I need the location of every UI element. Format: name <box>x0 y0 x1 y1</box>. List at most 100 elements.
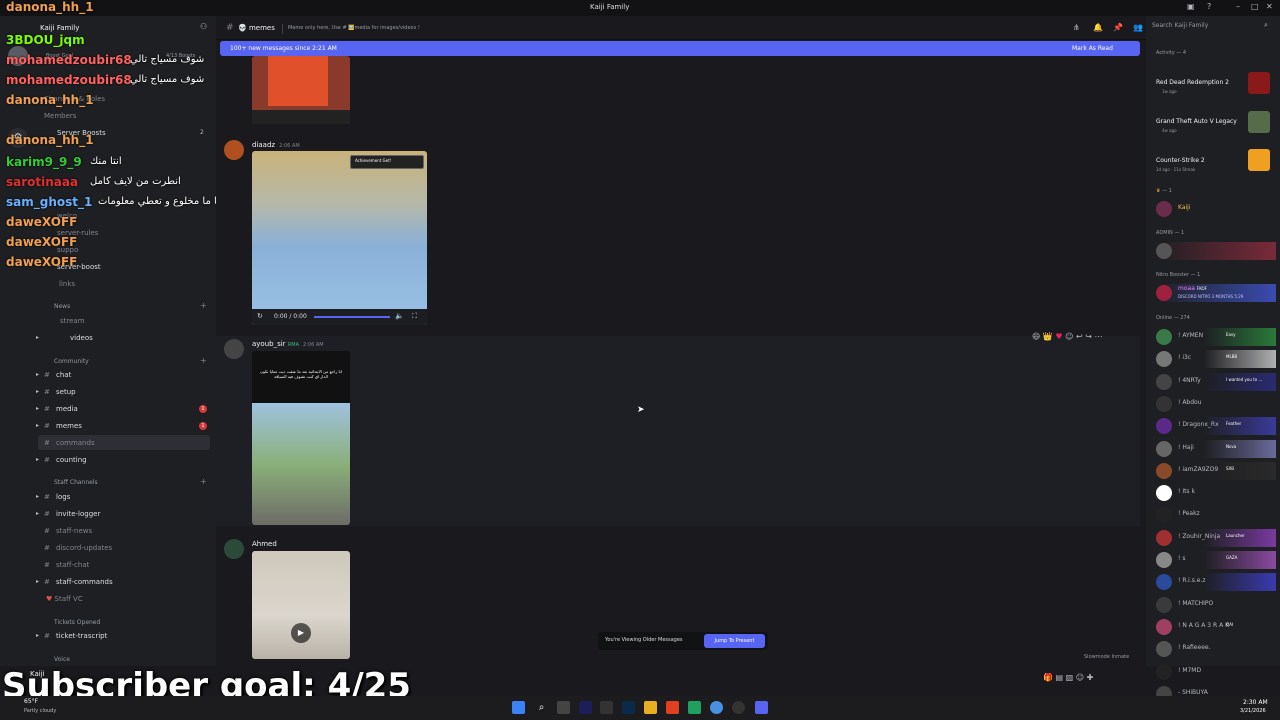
category-community[interactable]: Community <box>54 358 89 365</box>
member-item[interactable]: ! iamZA9ZO9 SXB <box>1156 461 1276 480</box>
apps-icon[interactable]: ✚ <box>1087 673 1094 682</box>
channel-discord-updates[interactable]: # discord-updates <box>44 544 112 552</box>
add-channel-icon[interactable]: + <box>200 301 207 310</box>
channel-ticket-trascript[interactable]: # ticket-trascript <box>44 632 107 640</box>
minimize-button[interactable]: – <box>1236 2 1240 11</box>
app-icon[interactable] <box>688 701 701 714</box>
crown-reaction-icon[interactable]: 👑 <box>1043 332 1053 341</box>
pin-icon[interactable]: 📌 <box>1113 23 1123 32</box>
emoji-reaction-icon[interactable]: 😄 <box>1032 332 1040 341</box>
activity-title[interactable]: Counter-Strike 2 <box>1156 157 1205 164</box>
replay-icon[interactable]: ↻ <box>257 312 263 320</box>
gif-icon[interactable]: ▤ <box>1056 673 1064 682</box>
inbox-icon[interactable]: ▣ <box>1187 2 1195 11</box>
add-reaction-icon[interactable]: ☺ <box>1065 332 1073 341</box>
member-item[interactable]: ! Zouhir_Ninja Launcher <box>1156 528 1276 547</box>
fullscreen-icon[interactable]: ⛶ <box>412 312 417 321</box>
maximize-button[interactable]: □ <box>1251 2 1259 11</box>
activity-title[interactable]: Grand Theft Auto V Legacy <box>1156 118 1237 125</box>
message-author[interactable]: ayoub_sir RMA 2:06 AM <box>252 340 324 348</box>
more-icon[interactable]: ⋯ <box>1095 332 1103 341</box>
channel-links[interactable]: links <box>59 280 75 288</box>
members-list-icon[interactable]: 👥 <box>1133 23 1143 32</box>
clock-time[interactable]: 2:30 AM <box>1243 699 1268 706</box>
video-attachment[interactable]: Achievement Get! ↻ 0:00 / 0:00 🔈 ⛶ <box>252 151 427 325</box>
file-explorer-icon[interactable] <box>644 701 657 714</box>
video-attachment[interactable] <box>252 56 350 124</box>
member-item[interactable]: ! Haji Nova <box>1156 439 1276 458</box>
video-controls[interactable] <box>252 110 350 124</box>
member-item[interactable]: ! Dragonx_Rx Feather <box>1156 417 1276 436</box>
channel-invite-logger[interactable]: # invite-logger <box>44 510 100 518</box>
channel-videos[interactable]: videos <box>70 334 93 342</box>
app-icon[interactable] <box>600 701 613 714</box>
threads-icon[interactable]: ⋔ <box>1073 23 1080 32</box>
add-member-icon[interactable]: ⚇ <box>200 22 207 31</box>
member-item[interactable]: ! MATCHIPO <box>1156 596 1276 614</box>
app-icon[interactable] <box>732 701 745 714</box>
member-item[interactable]: ! Abdou <box>1156 395 1276 413</box>
channel-staff-vc[interactable]: ♥ Staff VC <box>46 595 83 603</box>
member-item[interactable]: moaa FKOF DISCORD NITRO 3 MONTHS 5:29 <box>1156 284 1276 302</box>
play-icon[interactable]: ▶ <box>291 623 311 643</box>
reply-icon[interactable]: ↩ <box>1076 332 1083 341</box>
video-progress[interactable] <box>314 316 390 318</box>
message-author[interactable]: diaadz 2:06 AM <box>252 141 300 149</box>
forward-icon[interactable]: ↪ <box>1085 332 1092 341</box>
activity-title[interactable]: Red Dead Redemption 2 <box>1156 79 1229 86</box>
message-actions-toolbar[interactable]: 😄 👑 ♥ ☺ ↩ ↪ ⋯ <box>1032 332 1136 346</box>
hovered-message[interactable] <box>216 336 1140 526</box>
channel-commands[interactable]: # commands <box>44 439 95 447</box>
channel-stream[interactable]: stream <box>60 317 85 325</box>
avatar[interactable] <box>224 339 244 359</box>
member-item[interactable]: ! M7MD <box>1156 663 1276 681</box>
channel-memes[interactable]: # memes <box>44 422 82 430</box>
add-channel-icon[interactable]: + <box>200 477 207 486</box>
video-controls[interactable]: ↻ 0:00 / 0:00 🔈 ⛶ <box>252 309 427 325</box>
photoshop-icon[interactable] <box>622 701 635 714</box>
sticker-icon[interactable]: ▧ <box>1066 673 1074 682</box>
bell-icon[interactable]: 🔔 <box>1093 23 1103 32</box>
channel-staff-chat[interactable]: # staff-chat <box>44 561 89 569</box>
category-voice[interactable]: Voice <box>54 656 70 663</box>
gift-icon[interactable]: 🎁 <box>1043 673 1053 682</box>
start-icon[interactable] <box>512 701 525 714</box>
channel-staff-commands[interactable]: # staff-commands <box>44 578 113 586</box>
brave-icon[interactable] <box>666 701 679 714</box>
channel-setup[interactable]: # setup <box>44 388 76 396</box>
task-view-icon[interactable] <box>557 701 570 714</box>
discord-icon[interactable] <box>755 701 768 714</box>
channel-topic[interactable]: Meme only here, Use # 🖼️media for images… <box>288 25 420 31</box>
channel-logs[interactable]: # logs <box>44 493 70 501</box>
search-icon[interactable]: ⌕ <box>535 701 548 714</box>
video-attachment[interactable]: ▶ <box>252 551 350 659</box>
category-staff[interactable]: Staff Channels <box>54 479 98 486</box>
member-item[interactable]: ! s GAZA <box>1156 551 1276 569</box>
weather-temp[interactable]: 65°F <box>24 698 38 705</box>
channel-counting[interactable]: # counting <box>44 456 87 464</box>
member-item[interactable]: ! Rafieeee. <box>1156 640 1276 658</box>
server-name[interactable]: Kaiji Family <box>40 24 79 32</box>
member-item[interactable]: ! AYMEN Easy <box>1156 328 1276 346</box>
jump-to-present-button[interactable]: Jump To Present <box>704 634 765 648</box>
volume-icon[interactable]: 🔈 <box>395 312 404 320</box>
mark-as-read-button[interactable]: Mark As Read <box>1072 45 1113 52</box>
avatar[interactable] <box>224 539 244 559</box>
member-item[interactable]: ! 4NRTy I wanted you to ... <box>1156 372 1276 391</box>
heart-reaction-icon[interactable]: ♥ <box>1055 332 1062 341</box>
member-item[interactable] <box>1156 242 1276 260</box>
channel-staff-news[interactable]: # staff-news <box>44 527 92 535</box>
close-button[interactable]: ✕ <box>1266 2 1273 11</box>
new-messages-banner[interactable]: 100+ new messages since 2:21 AM Mark As … <box>220 41 1140 56</box>
member-item[interactable]: ! Its k <box>1156 484 1276 502</box>
category-tickets[interactable]: Tickets Opened <box>54 619 100 626</box>
premiere-icon[interactable] <box>579 701 592 714</box>
member-item[interactable]: ! Peakz <box>1156 506 1276 524</box>
chrome-icon[interactable] <box>710 701 723 714</box>
image-attachment[interactable]: انا راجع من الابتدائية بعد ما عتقت ديت م… <box>252 351 350 525</box>
members-item[interactable]: Members <box>44 112 76 120</box>
channel-chat[interactable]: # chat <box>44 371 71 379</box>
member-item[interactable]: ! R.i.s.e.z <box>1156 573 1276 592</box>
member-item[interactable]: ! i3c MLBB <box>1156 350 1276 369</box>
avatar[interactable] <box>224 140 244 160</box>
